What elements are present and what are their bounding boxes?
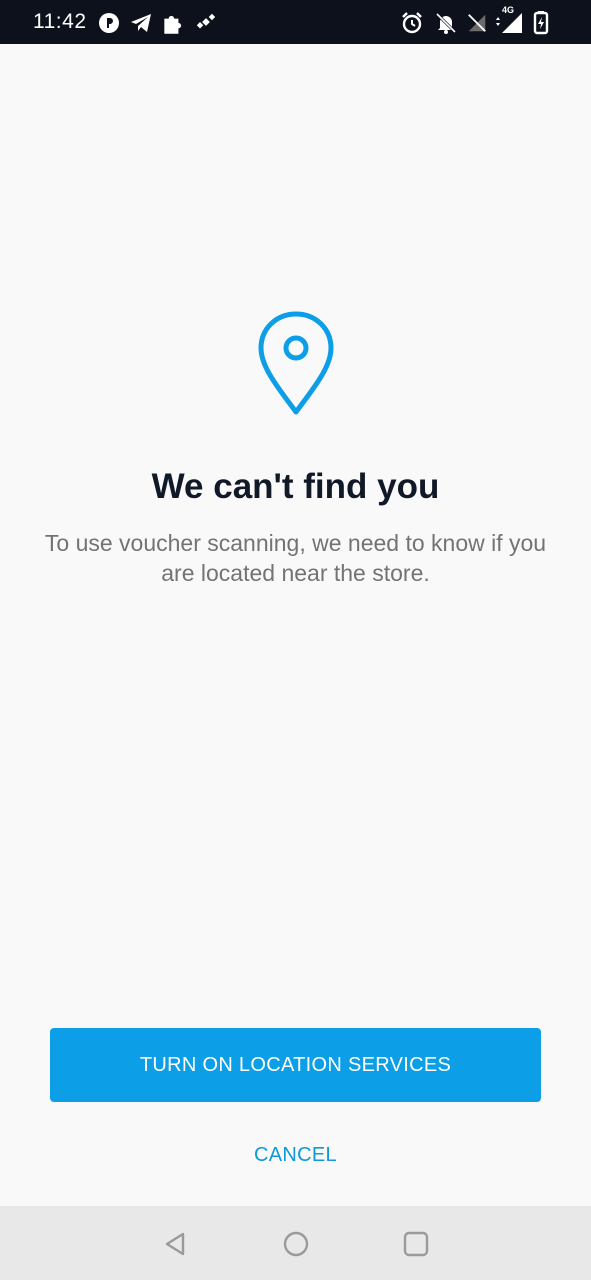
home-icon[interactable]: [282, 1230, 310, 1258]
screen: 11:42 4G We can't find you To use vouche…: [0, 0, 591, 1280]
bell-off-icon: [434, 11, 458, 35]
alarm-icon: [400, 11, 424, 35]
status-time: 11:42: [33, 10, 87, 33]
cancel-button[interactable]: CANCEL: [195, 1133, 396, 1177]
no-signal-icon: [466, 11, 490, 35]
telegram-icon: [129, 11, 153, 35]
pocket-casts-icon: [97, 11, 121, 35]
recents-icon[interactable]: [402, 1230, 430, 1258]
signal-4g-icon: 4G: [494, 5, 524, 35]
network-label: 4G: [502, 5, 515, 15]
satellite-icon: [195, 11, 219, 35]
navigation-bar: [0, 1206, 591, 1280]
location-pin-icon: [256, 310, 336, 418]
description-text: To use voucher scanning, we need to know…: [44, 530, 547, 586]
battery-charging-icon: [532, 11, 556, 35]
puzzle-icon: [160, 11, 184, 35]
back-icon[interactable]: [161, 1230, 189, 1258]
page-title: We can't find you: [151, 467, 440, 506]
status-bar: 11:42 4G: [0, 0, 591, 44]
turn-on-location-button[interactable]: TURN ON LOCATION SERVICES: [50, 1028, 541, 1102]
